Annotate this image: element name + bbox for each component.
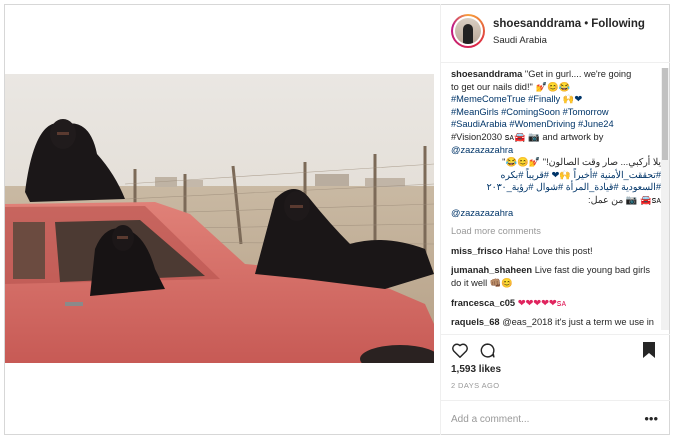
post-time: 2 DAYS AGO <box>451 381 500 390</box>
comment: raquels_68 @eas_2018 it's just a term we… <box>451 317 654 330</box>
comments-scrollbar[interactable] <box>661 68 669 330</box>
caption-line: shoesanddrama "Get in gurl.... we're goi… <box>451 69 632 79</box>
add-comment-input[interactable] <box>451 411 631 427</box>
following-button[interactable]: Following <box>591 18 645 30</box>
mention-link[interactable]: @zazazazahra <box>451 144 661 157</box>
post-photo[interactable] <box>5 74 434 363</box>
caption-arabic-line: يلا أركبي... صار وقت الصالون!" 💅😊😂" <box>502 157 661 168</box>
action-bar <box>441 334 670 365</box>
photo-illustration <box>5 74 434 363</box>
comment-user[interactable]: miss_frisco <box>451 246 503 256</box>
comment-icon[interactable] <box>479 342 496 359</box>
post-header: shoesanddrama • Following Saudi Arabia <box>441 4 670 63</box>
add-comment-row: ••• <box>441 400 670 436</box>
separator-dot: • <box>584 18 589 30</box>
scrollbar-thumb[interactable] <box>662 68 668 160</box>
more-options-icon[interactable]: ••• <box>644 411 658 426</box>
likes-count[interactable]: 1,593 likes <box>451 364 501 375</box>
comment-user[interactable]: francesca_c05 <box>451 298 515 308</box>
caption-author[interactable]: shoesanddrama <box>451 69 522 79</box>
comment: jumanah_shaheen Live fast die young bad … <box>451 265 650 288</box>
mention-link[interactable]: @zazazazahra <box>451 207 661 220</box>
location-link[interactable]: Saudi Arabia <box>493 35 547 46</box>
caption-line: #Vision2030 ꜱᴀ🚘 📷 and artwork by <box>451 131 604 142</box>
caption-arabic-hashtags[interactable]: #السعودية #قيادة_المرأة #شوال #رؤية_٢٠٣٠ <box>451 181 661 194</box>
comment-user[interactable]: raquels_68 <box>451 317 500 327</box>
header-user-row: shoesanddrama • Following <box>493 18 645 30</box>
heart-icon[interactable] <box>451 342 469 358</box>
comment: miss_frisco Haha! Love this post! <box>451 245 593 256</box>
avatar[interactable] <box>451 14 485 48</box>
comment-user[interactable]: jumanah_shaheen <box>451 265 532 275</box>
comment: francesca_c05 ❤❤❤❤❤ꜱᴀ <box>451 297 567 308</box>
caption-arabic-line: ꜱᴀ🚘 📷 من عمل: <box>588 194 661 205</box>
bookmark-icon[interactable] <box>643 342 655 358</box>
comments-area: shoesanddrama "Get in gurl.... we're goi… <box>451 68 661 330</box>
caption-hashtags[interactable]: #MemeComeTrue #Finally 🙌❤ <box>451 93 661 106</box>
caption-line: to get our nails did!" 💅😊😂 <box>451 81 571 92</box>
caption-hashtags[interactable]: #SaudiArabia #WomenDriving #June24 <box>451 118 661 131</box>
load-more-comments[interactable]: Load more comments <box>451 225 661 238</box>
caption-arabic-hashtags[interactable]: #تحققت_الأمنية #أخيراً 🙌❤ #قريباً #بكره <box>451 169 661 182</box>
post-sidebar: shoesanddrama • Following Saudi Arabia sho… <box>440 4 670 435</box>
username-link[interactable]: shoesanddrama <box>493 18 581 30</box>
caption-hashtags[interactable]: #MeanGirls #ComingSoon #Tomorrow <box>451 106 661 119</box>
